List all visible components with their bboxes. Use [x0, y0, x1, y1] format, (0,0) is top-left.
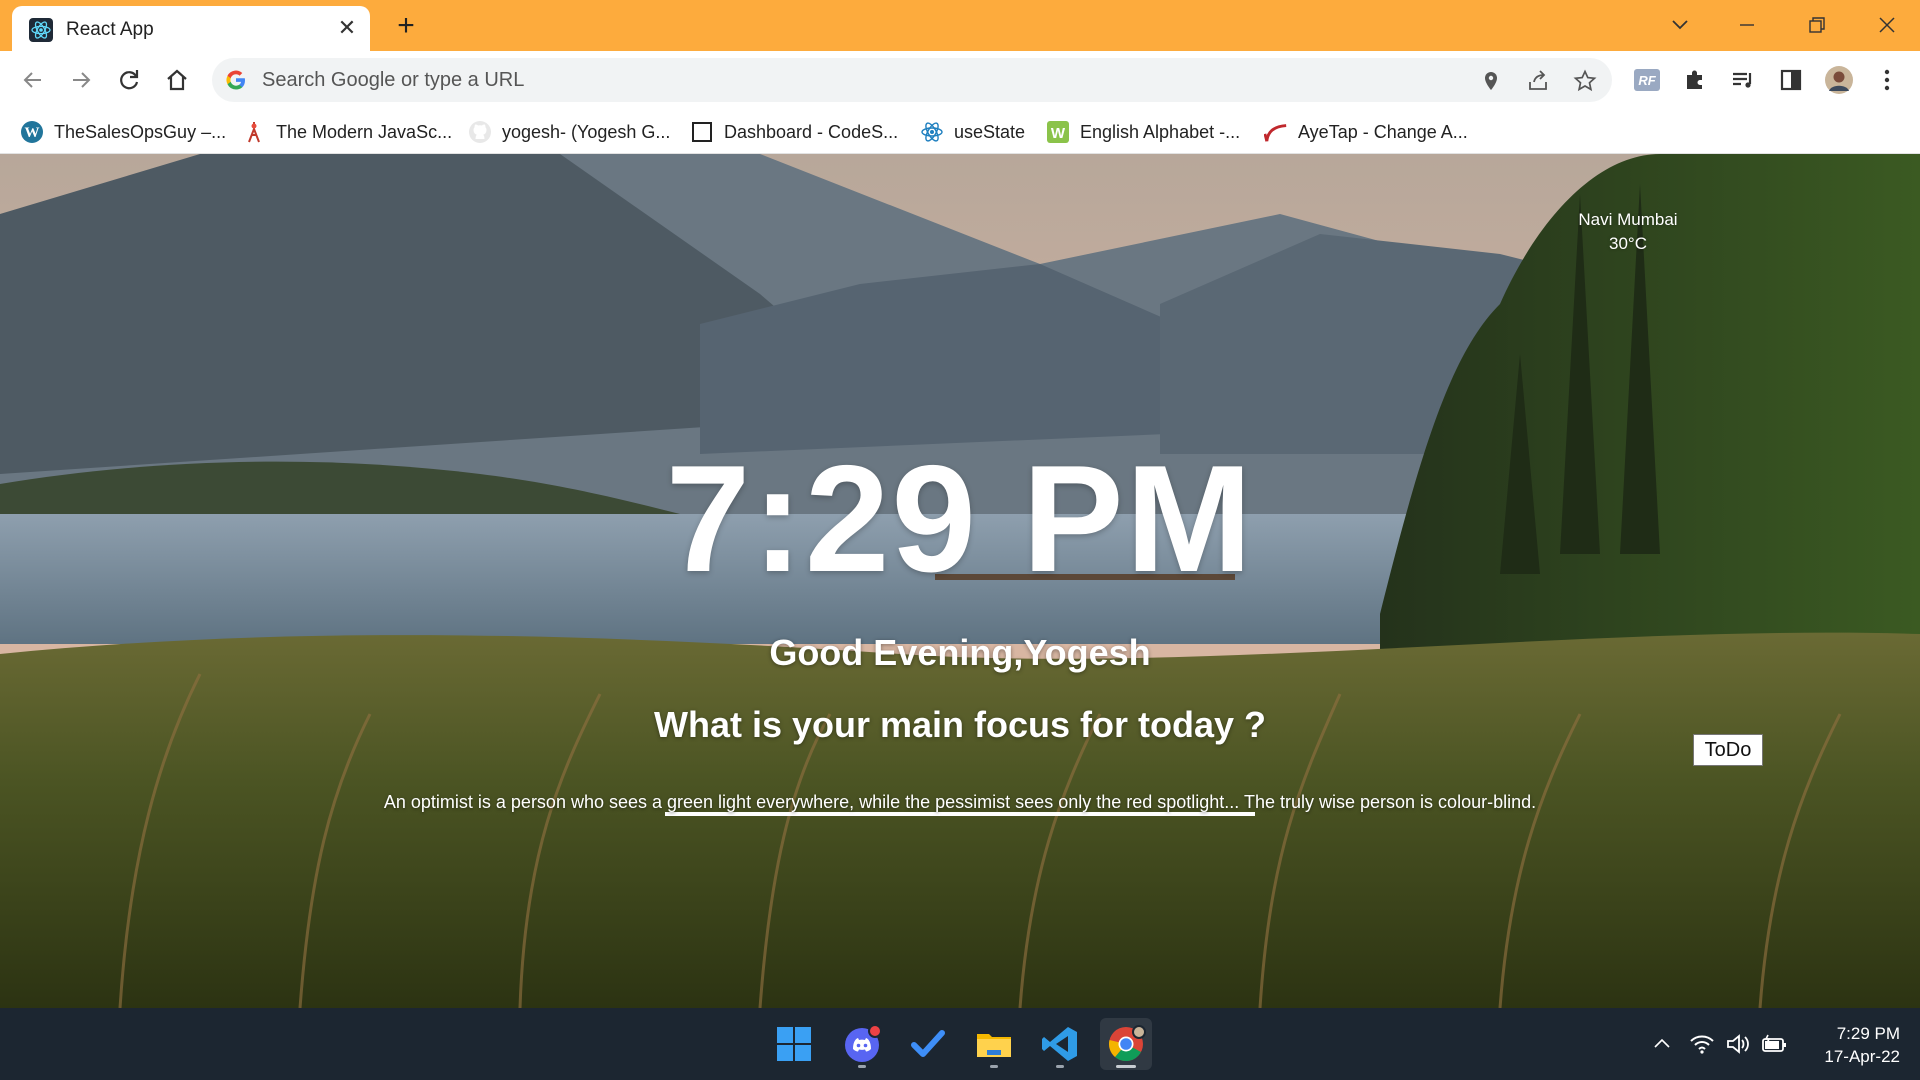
weather-city: Navi Mumbai [1578, 210, 1678, 229]
bookmark-thesalesopsguy[interactable]: W TheSalesOpsGuy –... [20, 117, 226, 147]
media-playlist-icon[interactable] [1726, 63, 1760, 97]
clock-time: 7:29 PM [665, 434, 1255, 604]
address-bar[interactable] [212, 58, 1612, 102]
share-icon[interactable] [1525, 68, 1551, 94]
omnibox-input[interactable] [262, 58, 1442, 102]
browser-toolbar: RF [0, 51, 1920, 109]
todo-button[interactable]: ToDo [1693, 734, 1763, 766]
chrome-icon[interactable] [1100, 1018, 1152, 1070]
page-viewport: Navi Mumbai 30°C 7:29 PM Good Evening,Yo… [0, 154, 1920, 1008]
location-pin-icon[interactable] [1478, 68, 1504, 94]
weather-widget: Navi Mumbai 30°C [1548, 208, 1708, 256]
wifi-icon[interactable] [1688, 1030, 1716, 1058]
tab-title: React App [66, 19, 154, 40]
react-favicon-icon [29, 18, 53, 42]
todo-icon[interactable] [902, 1018, 954, 1070]
vscode-icon[interactable] [1034, 1018, 1086, 1070]
file-explorer-icon[interactable] [968, 1018, 1020, 1070]
active-indicator [1116, 1065, 1136, 1068]
github-icon [468, 120, 492, 144]
bookmark-modern-javascript[interactable]: The Modern JavaSc... [242, 117, 452, 147]
ayetap-icon [1264, 120, 1288, 144]
back-arrow-icon[interactable] [16, 63, 50, 97]
bookmark-dashboard-codes[interactable]: Dashboard - CodeS... [690, 117, 898, 147]
bookmark-label: English Alphabet -... [1080, 121, 1241, 142]
window-close-button[interactable] [1858, 6, 1916, 44]
system-time: 7:29 PM [1836, 1024, 1900, 1043]
tab-close-icon[interactable]: ✕ [334, 15, 360, 41]
bookmark-label: useState [954, 121, 1026, 142]
reload-icon[interactable] [112, 63, 146, 97]
rf-extension-icon[interactable]: RF [1630, 63, 1664, 97]
javascript-info-icon [242, 120, 266, 144]
discord-icon[interactable] [836, 1018, 888, 1070]
extensions-puzzle-icon[interactable] [1678, 63, 1712, 97]
quote-text: An optimist is a person who sees a green… [383, 792, 1537, 812]
svg-text:RF: RF [1638, 73, 1656, 88]
windows-start-icon[interactable] [768, 1018, 820, 1070]
square-icon [690, 120, 714, 144]
side-panel-icon[interactable] [1774, 63, 1808, 97]
bookmark-label: Dashboard - CodeS... [724, 121, 899, 142]
profile-avatar[interactable] [1822, 63, 1856, 97]
window-minimize-button[interactable] [1718, 6, 1776, 44]
new-tab-button[interactable]: + [390, 10, 422, 42]
bookmark-star-icon[interactable] [1572, 68, 1598, 94]
browser-tab-react-app[interactable]: React App ✕ [12, 6, 370, 51]
svg-text:W: W [1051, 125, 1066, 142]
browser-titlebar: React App ✕ + [0, 0, 1920, 51]
running-indicator [858, 1065, 866, 1068]
bookmark-label: The Modern JavaSc... [276, 121, 453, 142]
forward-arrow-icon[interactable] [64, 63, 98, 97]
bookmarks-bar: W TheSalesOpsGuy –... The Modern JavaSc.… [0, 109, 1920, 154]
bookmark-label: AyeTap - Change A... [1298, 121, 1468, 142]
focus-question: What is your main focus for today ? [653, 704, 1267, 745]
running-indicator [990, 1065, 998, 1068]
window-restore-button[interactable] [1788, 6, 1846, 44]
chrome-menu-icon[interactable] [1870, 63, 1904, 97]
react-icon [920, 120, 944, 144]
w-icon: W [1046, 120, 1070, 144]
tab-search-chevron-icon[interactable] [1666, 10, 1694, 38]
bookmark-ayetap[interactable]: AyeTap - Change A... [1264, 117, 1468, 147]
show-hidden-icons-chevron[interactable] [1648, 1030, 1676, 1058]
volume-icon[interactable] [1724, 1030, 1752, 1058]
weather-temperature: 30°C [1609, 234, 1647, 253]
windows-taskbar: 7:29 PM 17-Apr-22 [0, 1008, 1920, 1080]
svg-text:W: W [25, 125, 40, 141]
bookmark-english-alphabet[interactable]: W English Alphabet -... [1046, 117, 1240, 147]
system-date: 17-Apr-22 [1824, 1047, 1900, 1066]
bookmark-github-yogesh[interactable]: yogesh- (Yogesh G... [468, 117, 670, 147]
greeting-text: Good Evening,Yogesh [769, 632, 1151, 673]
bookmark-label: TheSalesOpsGuy –... [54, 121, 227, 142]
system-clock[interactable]: 7:29 PM 17-Apr-22 [1800, 1022, 1900, 1068]
battery-charging-icon[interactable] [1760, 1030, 1788, 1058]
wordpress-icon: W [20, 120, 44, 144]
running-indicator [1056, 1065, 1064, 1068]
bookmark-usestate[interactable]: useState [920, 117, 1025, 147]
home-icon[interactable] [160, 63, 194, 97]
bookmark-label: yogesh- (Yogesh G... [502, 121, 671, 142]
google-g-icon [224, 68, 248, 92]
